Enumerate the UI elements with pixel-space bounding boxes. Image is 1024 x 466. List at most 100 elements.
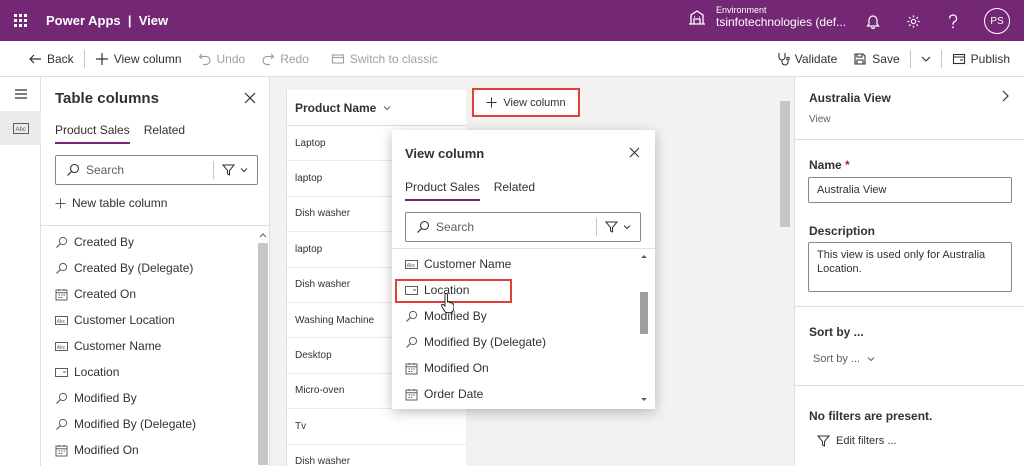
filter-icon	[222, 164, 235, 176]
edit-filters-button[interactable]: Edit filters ...	[817, 435, 897, 447]
chevron-down-icon	[384, 105, 391, 110]
name-field[interactable]: Australia View	[808, 177, 1012, 203]
scrollbar-thumb[interactable]	[640, 292, 648, 334]
lookup-icon	[406, 336, 418, 348]
undo-label: Undo	[216, 51, 246, 66]
table-column-label: Customer Name	[74, 339, 162, 353]
description-field[interactable]: This view is used only for Australia Loc…	[808, 242, 1012, 292]
popup-column-item[interactable]: Order Date	[392, 381, 655, 407]
tab-related[interactable]: Related	[144, 123, 185, 144]
redo-label: Redo	[280, 51, 309, 66]
calendar-icon	[55, 444, 68, 456]
app-launcher-icon[interactable]	[0, 0, 40, 41]
close-icon[interactable]	[628, 146, 641, 159]
lookup-icon	[56, 418, 68, 430]
new-table-column-button[interactable]: New table column	[55, 196, 167, 210]
name-label-text: Name	[809, 158, 842, 172]
popup-column-item[interactable]: Location	[392, 277, 655, 303]
properties-panel: Australia View View Name * Australia Vie…	[794, 77, 1024, 466]
validate-button[interactable]: Validate	[768, 41, 845, 77]
popup-column-item[interactable]: Abc Customer Name	[392, 251, 655, 277]
tab-product-sales[interactable]: Product Sales	[55, 123, 130, 144]
choice-icon	[405, 285, 418, 295]
table-column-item[interactable]: Abc Customer Location	[55, 307, 255, 333]
table-column-item[interactable]: Modified By (Delegate)	[55, 411, 255, 437]
user-avatar[interactable]: PS	[984, 8, 1010, 34]
chevron-down-icon	[921, 56, 931, 62]
column-header[interactable]: Product Name	[287, 90, 466, 126]
popup-search-input[interactable]: Search	[405, 212, 641, 242]
view-column-command[interactable]: View column	[87, 41, 190, 77]
stethoscope-icon	[778, 53, 790, 66]
search-input[interactable]: Search	[55, 155, 258, 185]
no-filters-text: No filters are present.	[809, 409, 933, 423]
close-icon[interactable]	[243, 91, 257, 105]
grid-cell: Tv	[287, 409, 466, 445]
undo-icon	[198, 53, 211, 65]
table-column-item[interactable]: Created On	[55, 281, 255, 307]
view-title: Australia View	[809, 91, 891, 105]
table-column-item[interactable]: Modified By	[55, 385, 255, 411]
sort-by-dropdown[interactable]: Sort by ...	[813, 353, 876, 365]
app-title: Power Apps | View	[46, 13, 169, 28]
environment-picker[interactable]: Environment tsinfotechnologies (def...	[686, 5, 846, 29]
hamburger-menu-icon[interactable]	[0, 77, 41, 111]
popup-column-item[interactable]: Modified By (Delegate)	[392, 329, 655, 355]
divider	[41, 225, 270, 226]
search-placeholder: Search	[86, 163, 125, 177]
scrollbar[interactable]	[258, 229, 268, 466]
help-question-icon[interactable]	[944, 12, 962, 30]
save-options-chevron[interactable]	[913, 41, 939, 77]
svg-text:Abc: Abc	[57, 318, 66, 324]
divider	[909, 50, 911, 68]
scrollbar-thumb[interactable]	[780, 101, 790, 227]
table-column-item[interactable]: Modified On	[55, 437, 255, 463]
table-column-item[interactable]: Created By (Delegate)	[55, 255, 255, 281]
undo-button[interactable]: Undo	[190, 41, 254, 77]
popup-column-item[interactable]: Modified By	[392, 303, 655, 329]
switch-classic-label: Switch to classic	[349, 51, 438, 66]
divider	[795, 139, 1024, 140]
back-arrow-icon	[29, 54, 41, 63]
edit-filters-label: Edit filters ...	[836, 435, 897, 447]
table-columns-list: Created By Created By (Delegate) Created O…	[55, 229, 255, 463]
publish-button[interactable]: Publish	[944, 41, 1018, 77]
table-column-item[interactable]: Abc Customer Name	[55, 333, 255, 359]
scrollbar[interactable]	[780, 91, 790, 451]
table-columns-panel: Table columns Product Sales Related Sear…	[41, 77, 270, 466]
settings-gear-icon[interactable]	[904, 12, 922, 30]
description-label: Description	[809, 224, 876, 238]
plus-icon	[55, 198, 66, 208]
filter-dropdown[interactable]	[213, 161, 257, 179]
table-column-item[interactable]: Location	[55, 359, 255, 385]
chevron-down-icon	[867, 357, 875, 362]
switch-to-classic-button[interactable]: Switch to classic	[323, 41, 446, 77]
calendar-icon	[405, 362, 418, 374]
filter-dropdown[interactable]	[596, 218, 640, 236]
add-view-column-button[interactable]: View column	[472, 88, 580, 117]
popup-column-item[interactable]: Modified On	[392, 355, 655, 381]
tab-related[interactable]: Related	[494, 180, 535, 201]
plus-icon	[486, 97, 497, 108]
back-button[interactable]: Back	[20, 41, 82, 77]
notifications-bell-icon[interactable]	[864, 12, 882, 30]
filter-icon	[817, 435, 830, 447]
save-button[interactable]: Save	[845, 41, 907, 77]
table-column-label: Created On	[74, 287, 137, 301]
filter-icon	[605, 221, 618, 233]
redo-button[interactable]: Redo	[253, 41, 317, 77]
column-header-label: Product Name	[295, 100, 377, 115]
environment-label: Environment	[716, 5, 767, 15]
tab-product-sales[interactable]: Product Sales	[405, 180, 480, 201]
scrollbar[interactable]	[640, 253, 648, 403]
table-column-item[interactable]: Created By	[55, 229, 255, 255]
scrollbar-thumb[interactable]	[258, 243, 268, 465]
panel-title: Table columns	[55, 90, 159, 107]
text-field-icon: Abc	[405, 259, 418, 269]
text-field-icon: Abc	[55, 341, 68, 351]
command-bar: Back View column Undo Redo Switch to cla…	[0, 41, 1024, 77]
chevron-right-icon[interactable]	[999, 89, 1011, 103]
table-columns-rail-icon[interactable]: Abc	[0, 111, 41, 145]
svg-text:Abc: Abc	[407, 262, 416, 268]
view-column-popup: View column Product Sales Related Search…	[392, 130, 655, 409]
